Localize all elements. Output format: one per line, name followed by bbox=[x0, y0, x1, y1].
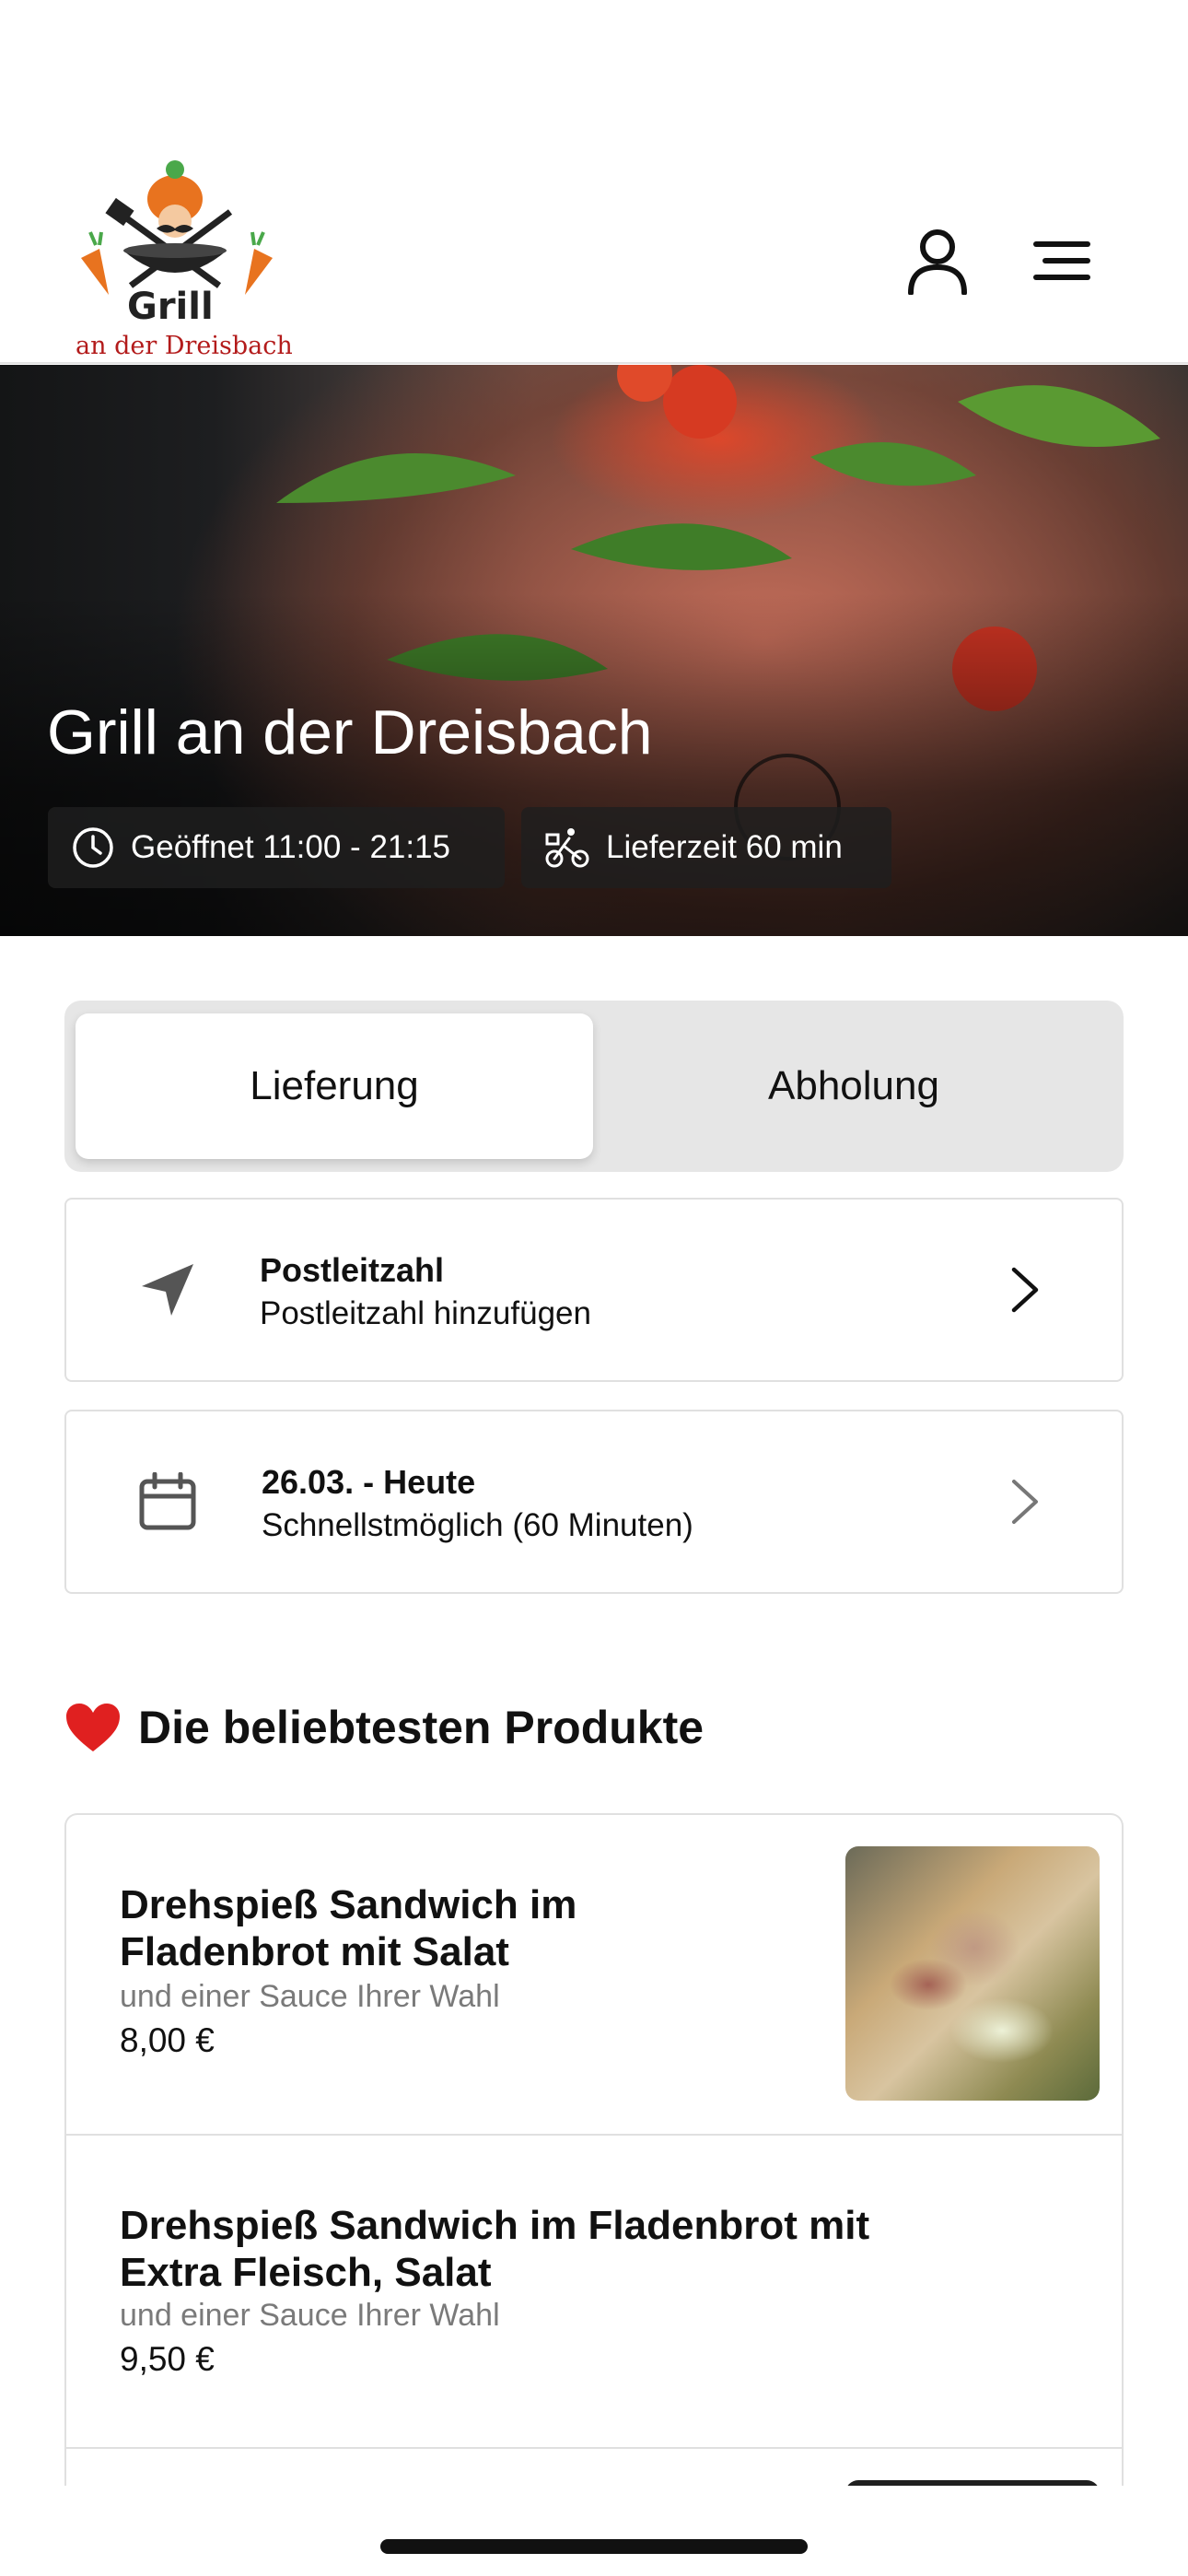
heart-icon bbox=[66, 1704, 120, 1751]
product-name: Drehspieß Sandwich im Fladenbrot mit Ext… bbox=[120, 2203, 870, 2295]
hamburger-menu-icon bbox=[1033, 241, 1090, 280]
order-mode-toggle: Lieferung Abholung bbox=[64, 1001, 1124, 1172]
logo-subline: an der Dreisbach bbox=[76, 332, 293, 360]
hero-banner: Grill an der Dreisbach Geöffnet 11:00 - … bbox=[0, 365, 1188, 936]
bottom-safe-area bbox=[0, 2486, 1188, 2576]
clock-icon bbox=[73, 827, 113, 868]
opening-hours-text: Geöffnet 11:00 - 21:15 bbox=[131, 829, 451, 865]
calendar-icon bbox=[131, 1465, 204, 1539]
postal-code-hint: Postleitzahl hinzufügen bbox=[260, 1295, 591, 1331]
chef-grill-logo-icon bbox=[81, 160, 273, 295]
restaurant-logo[interactable]: Grill an der Dreisbach bbox=[72, 157, 293, 364]
location-arrow-icon bbox=[131, 1253, 204, 1327]
product-card[interactable]: Drehspieß Sandwich im Fladenbrot mit Ext… bbox=[66, 2136, 1122, 2449]
product-name: Drehspieß Sandwich im Fladenbrot mit Sal… bbox=[120, 1882, 577, 1974]
delivery-time-badge: Lieferzeit 60 min bbox=[521, 807, 891, 888]
popular-products-title: Die beliebtesten Produkte bbox=[138, 1702, 705, 1753]
opening-hours-badge: Geöffnet 11:00 - 21:15 bbox=[48, 807, 505, 888]
delivery-date-label: 26.03. - Heute bbox=[262, 1463, 476, 1501]
product-price: 9,50 € bbox=[120, 2340, 215, 2378]
product-description: und einer Sauce Ihrer Wahl bbox=[120, 2298, 500, 2333]
menu-button[interactable] bbox=[1022, 221, 1101, 300]
postal-code-label: Postleitzahl bbox=[260, 1251, 445, 1289]
user-icon bbox=[908, 229, 967, 295]
chevron-right-icon bbox=[1002, 1474, 1048, 1529]
product-image bbox=[845, 1846, 1100, 2101]
account-button[interactable] bbox=[898, 221, 977, 300]
product-card[interactable]: Drehspieß Sandwich im Fladenbrot mit Sal… bbox=[66, 1815, 1122, 2136]
tab-pickup[interactable]: Abholung bbox=[595, 1013, 1112, 1159]
product-list: Drehspieß Sandwich im Fladenbrot mit Sal… bbox=[64, 1813, 1124, 2486]
header: Grill an der Dreisbach bbox=[0, 0, 1188, 364]
delivery-time-selector[interactable]: 26.03. - Heute Schnellstmöglich (60 Minu… bbox=[64, 1410, 1124, 1594]
chevron-right-icon bbox=[1002, 1262, 1048, 1317]
postal-code-selector[interactable]: Postleitzahl Postleitzahl hinzufügen bbox=[64, 1198, 1124, 1382]
bicycle-icon bbox=[545, 828, 589, 868]
product-description: und einer Sauce Ihrer Wahl bbox=[120, 1979, 500, 2014]
product-price: 8,00 € bbox=[120, 2021, 215, 2059]
home-indicator[interactable] bbox=[380, 2539, 808, 2554]
popular-products-heading: Die beliebtesten Produkte bbox=[64, 1701, 704, 1754]
delivery-time-text: Lieferzeit 60 min bbox=[606, 829, 843, 865]
product-card[interactable] bbox=[66, 2449, 1122, 2486]
tab-delivery[interactable]: Lieferung bbox=[76, 1013, 593, 1159]
logo-wordmark: Grill bbox=[127, 286, 214, 328]
restaurant-name: Grill an der Dreisbach bbox=[47, 697, 653, 767]
delivery-time-hint: Schnellstmöglich (60 Minuten) bbox=[262, 1507, 693, 1543]
